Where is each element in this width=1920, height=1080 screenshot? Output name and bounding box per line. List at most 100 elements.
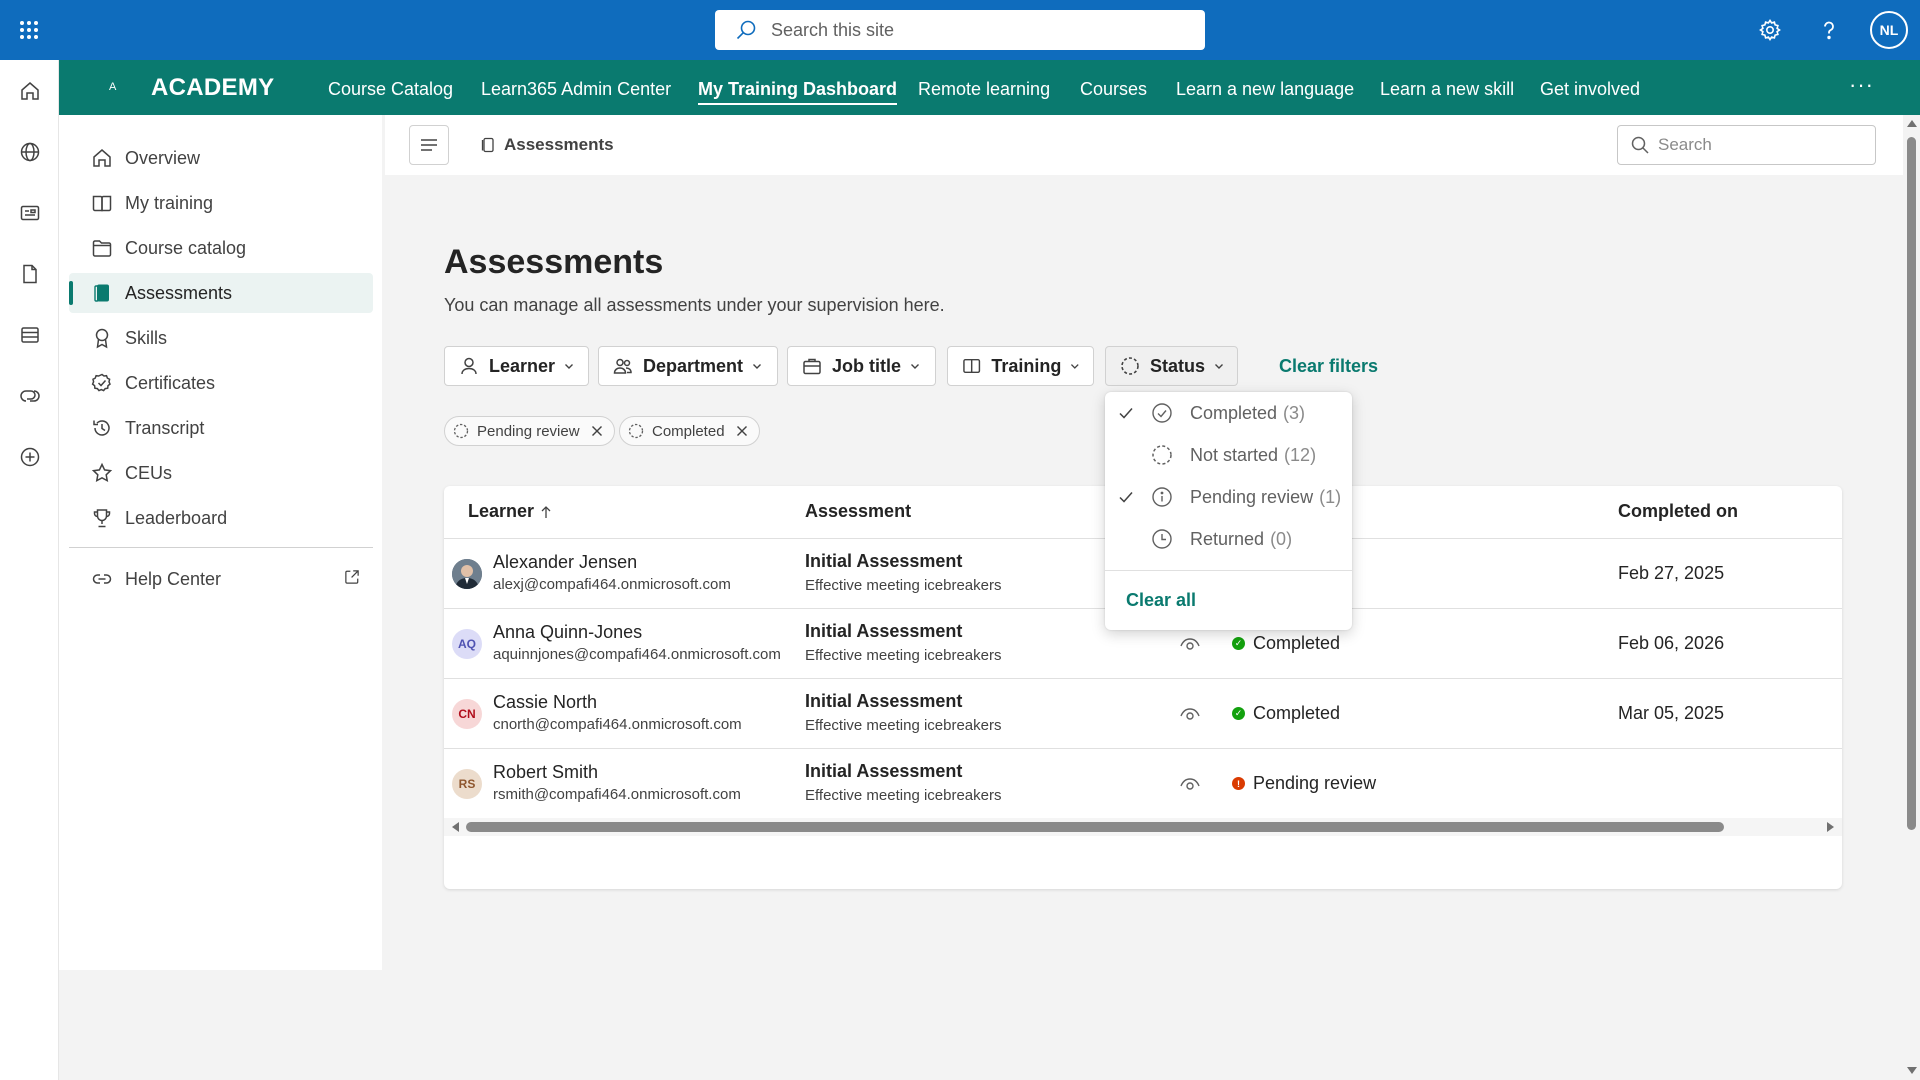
learner-name[interactable]: Alexander Jensen xyxy=(493,552,637,573)
scroll-right-arrow-icon[interactable] xyxy=(1827,822,1834,832)
column-header-assessment[interactable]: Assessment xyxy=(805,501,911,522)
scroll-up-arrow-icon[interactable] xyxy=(1907,120,1917,127)
table-row[interactable]: CN Cassie North cnorth@compafi464.onmicr… xyxy=(444,678,1842,748)
nav-item-ceus[interactable]: CEUs xyxy=(69,453,373,493)
scroll-down-arrow-icon[interactable] xyxy=(1907,1067,1917,1074)
nav-label: Course catalog xyxy=(125,237,247,258)
breadcrumb-label: Assessments xyxy=(504,135,614,154)
site-logo[interactable]: A xyxy=(109,81,116,93)
hub-item-courses[interactable]: Courses xyxy=(1080,79,1147,100)
column-header-completed-on[interactable]: Completed on xyxy=(1618,501,1738,522)
status-option-pending-review[interactable]: Pending review (1) xyxy=(1105,476,1352,518)
help-question-icon[interactable] xyxy=(1811,12,1847,48)
department-filter-button[interactable]: Department xyxy=(598,346,778,386)
assessment-name[interactable]: Initial Assessment xyxy=(805,621,962,642)
learner-name[interactable]: Cassie North xyxy=(493,692,597,713)
menu-toggle-button[interactable] xyxy=(409,125,449,165)
table-row[interactable]: RS Robert Smith rsmith@compafi464.onmicr… xyxy=(444,748,1842,818)
remove-chip-close-icon[interactable] xyxy=(588,422,606,440)
avatar xyxy=(452,559,482,589)
learner-name[interactable]: Anna Quinn-Jones xyxy=(493,622,642,643)
list-icon[interactable] xyxy=(15,320,45,350)
hub-navigation: A ACADEMY Course Catalog Learn365 Admin … xyxy=(59,60,1920,115)
clear-all-button[interactable]: Clear all xyxy=(1126,590,1196,611)
news-icon[interactable] xyxy=(15,198,45,228)
clear-filters-link[interactable]: Clear filters xyxy=(1279,356,1378,377)
status-option-returned[interactable]: Returned (0) xyxy=(1105,518,1352,560)
nav-label: Help Center xyxy=(125,568,222,589)
nav-item-certificates[interactable]: Certificates xyxy=(69,363,373,403)
page-search-box[interactable] xyxy=(1617,125,1876,165)
job-title-filter-button[interactable]: Job title xyxy=(787,346,936,386)
user-avatar[interactable]: NL xyxy=(1870,11,1908,49)
option-count: (1) xyxy=(1319,487,1342,507)
avatar-initials: AQ xyxy=(458,637,476,651)
document-icon[interactable] xyxy=(15,259,45,289)
nav-item-assessments[interactable]: Assessments xyxy=(69,273,373,313)
scroll-left-arrow-icon[interactable] xyxy=(452,822,459,832)
hub-item-remote-learning[interactable]: Remote learning xyxy=(918,79,1050,100)
globe-icon[interactable] xyxy=(15,137,45,167)
search-icon xyxy=(736,20,756,40)
vertical-scrollbar[interactable] xyxy=(1903,115,1920,1080)
nav-item-course-catalog[interactable]: Course catalog xyxy=(69,228,373,268)
warning-exclamation-icon: ! xyxy=(1232,777,1245,790)
column-header-learner[interactable]: Learner xyxy=(468,501,552,522)
assessment-name[interactable]: Initial Assessment xyxy=(805,761,962,782)
home-icon[interactable] xyxy=(15,76,45,106)
assessment-name[interactable]: Initial Assessment xyxy=(805,691,962,712)
nav-item-transcript[interactable]: Transcript xyxy=(69,408,373,448)
nav-item-overview[interactable]: Overview xyxy=(69,138,373,178)
nav-item-help-center[interactable]: Help Center xyxy=(69,559,373,599)
hub-item-learn-language[interactable]: Learn a new language xyxy=(1176,79,1354,100)
remove-chip-close-icon[interactable] xyxy=(733,422,751,440)
filter-chip-completed: Completed xyxy=(619,416,760,446)
site-search-input[interactable] xyxy=(771,19,1171,41)
site-search-box[interactable] xyxy=(715,10,1205,50)
site-title[interactable]: ACADEMY xyxy=(151,74,274,102)
status-label: Completed xyxy=(1253,633,1341,653)
scroll-thumb[interactable] xyxy=(1907,137,1916,830)
info-circle-icon xyxy=(1152,487,1172,507)
nav-item-my-training[interactable]: My training xyxy=(69,183,373,223)
hub-item-admin-center[interactable]: Learn365 Admin Center xyxy=(481,79,671,100)
learner-filter-button[interactable]: Learner xyxy=(444,346,589,386)
open-external-icon xyxy=(345,570,359,584)
home-icon xyxy=(93,149,111,167)
status-label: Pending review xyxy=(1253,773,1377,793)
filter-chip-pending-review: Pending review xyxy=(444,416,615,446)
horizontal-scrollbar[interactable] xyxy=(444,818,1842,836)
option-label: Completed xyxy=(1190,403,1278,423)
chip-label: Pending review xyxy=(477,422,580,440)
nav-item-leaderboard[interactable]: Leaderboard xyxy=(69,498,373,538)
app-launcher-icon[interactable] xyxy=(0,0,58,60)
hub-item-get-involved[interactable]: Get involved xyxy=(1540,79,1640,100)
assessment-name[interactable]: Initial Assessment xyxy=(805,551,962,572)
loop-icon[interactable] xyxy=(15,381,45,411)
hub-item-training-dashboard[interactable]: My Training Dashboard xyxy=(698,79,898,105)
learner-name[interactable]: Robert Smith xyxy=(493,762,598,783)
hub-item-course-catalog[interactable]: Course Catalog xyxy=(328,79,453,100)
status-option-not-started[interactable]: Not started (12) xyxy=(1105,434,1352,476)
briefcase-icon xyxy=(803,358,821,375)
view-eye-icon[interactable] xyxy=(1179,633,1201,655)
page-search-input[interactable] xyxy=(1658,135,1858,155)
nav-label: Leaderboard xyxy=(125,507,228,528)
scroll-thumb[interactable] xyxy=(466,822,1724,832)
hub-item-learn-skill[interactable]: Learn a new skill xyxy=(1380,79,1514,100)
status-circle-icon xyxy=(1121,357,1139,375)
view-eye-icon[interactable] xyxy=(1179,703,1201,725)
add-circle-icon[interactable] xyxy=(15,442,45,472)
view-eye-icon[interactable] xyxy=(1179,773,1201,795)
chevron-down-icon xyxy=(1071,364,1080,369)
completed-on-date: Feb 27, 2025 xyxy=(1618,563,1725,583)
status-option-completed[interactable]: Completed (3) xyxy=(1105,392,1352,434)
more-options-icon[interactable]: ··· xyxy=(1849,72,1874,98)
status-filter-button[interactable]: Status xyxy=(1105,346,1238,386)
chevron-down-icon xyxy=(565,364,574,369)
training-filter-button[interactable]: Training xyxy=(947,346,1094,386)
nav-item-skills[interactable]: Skills xyxy=(69,318,373,358)
column-label: Completed on xyxy=(1618,501,1738,521)
checkmark-icon xyxy=(1119,492,1133,503)
settings-gear-icon[interactable] xyxy=(1752,12,1788,48)
